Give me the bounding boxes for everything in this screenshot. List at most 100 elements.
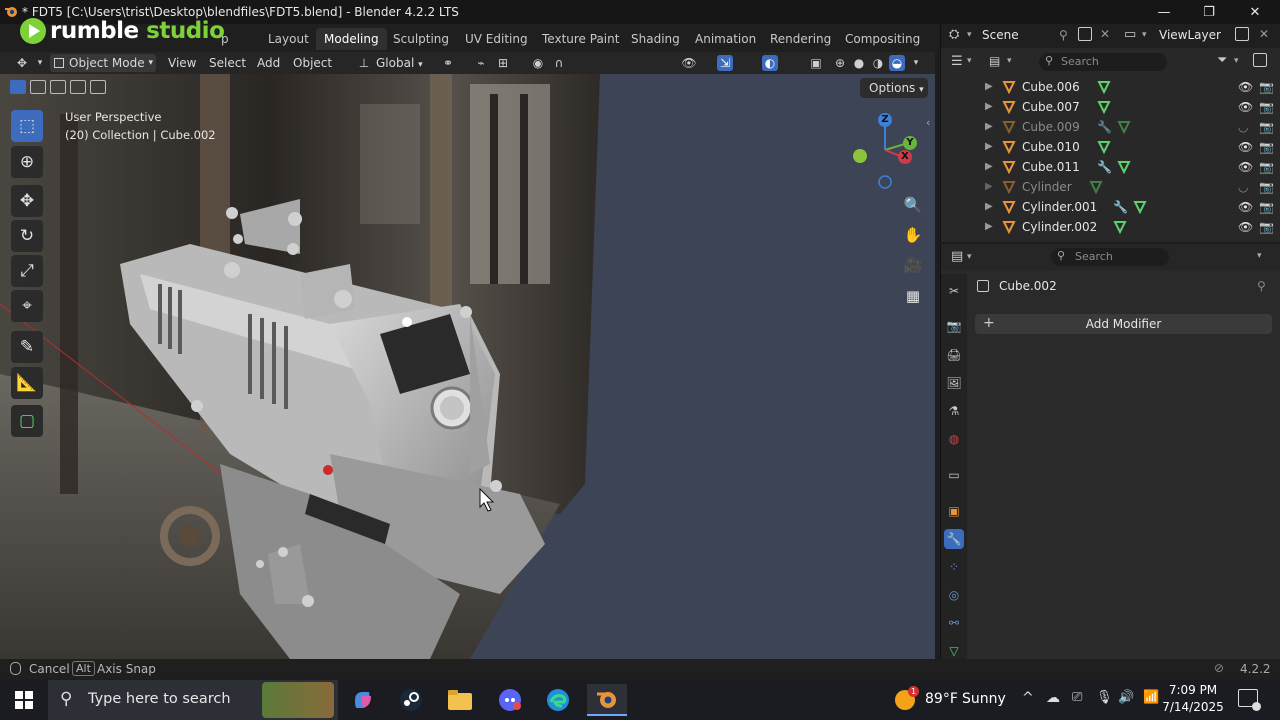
- tab-rendering[interactable]: Rendering: [762, 28, 839, 50]
- tab-texture-paint[interactable]: Texture Paint: [534, 28, 627, 50]
- particles-tab-icon[interactable]: ⁘: [944, 557, 964, 577]
- output-tab-icon[interactable]: 🖨: [944, 345, 964, 365]
- options-dropdown[interactable]: Options ▾: [860, 78, 928, 98]
- render-camera-icon[interactable]: 📷: [1259, 97, 1274, 117]
- scale-tool-icon[interactable]: ⤢: [11, 255, 43, 287]
- menu-add[interactable]: Add: [257, 54, 280, 72]
- select-box-tool-icon[interactable]: ⬚: [11, 110, 43, 142]
- pin-icon[interactable]: ⚲: [1257, 279, 1266, 293]
- move-tool-icon[interactable]: ✥: [11, 185, 43, 217]
- modifier-wrench-icon[interactable]: 🔧: [1097, 117, 1112, 137]
- view-layer-name[interactable]: ViewLayer: [1159, 28, 1221, 42]
- properties-editor-icon[interactable]: ▤: [951, 249, 963, 264]
- select-subtract-icon[interactable]: [50, 80, 66, 94]
- measure-tool-icon[interactable]: 📐: [11, 367, 43, 399]
- rendered-shading-icon[interactable]: ◒: [889, 55, 905, 71]
- add-modifier-button[interactable]: + Add Modifier: [975, 314, 1272, 334]
- visibility-eye-icon[interactable]: 👁: [1238, 197, 1253, 217]
- render-camera-icon[interactable]: 📷: [1259, 217, 1274, 237]
- new-scene-icon[interactable]: [1078, 27, 1092, 41]
- properties-search[interactable]: ⚲ Search: [1051, 248, 1169, 266]
- filter-icon[interactable]: ⏷: [1217, 53, 1227, 68]
- material-shading-icon[interactable]: ◑: [870, 55, 886, 71]
- editor-type-icon[interactable]: ✥: [14, 55, 30, 71]
- visibility-eye-icon[interactable]: 👁: [1238, 137, 1253, 157]
- expand-chevron-icon[interactable]: ▶: [985, 117, 993, 137]
- chevron-down-icon[interactable]: ▾: [1257, 251, 1262, 261]
- chevron-down-icon[interactable]: ▾: [1007, 56, 1012, 66]
- select-invert-icon[interactable]: [70, 80, 86, 94]
- snap-icon[interactable]: ⌁: [473, 55, 489, 71]
- speaker-volume-icon[interactable]: 🔊: [1118, 690, 1134, 705]
- annotate-tool-icon[interactable]: ✎: [11, 331, 43, 363]
- weather-desc[interactable]: Sunny: [962, 691, 1006, 707]
- blender-taskbar-icon[interactable]: [587, 684, 627, 716]
- select-extend-icon[interactable]: [30, 80, 46, 94]
- gizmo-toggle-icon[interactable]: ⇲: [717, 55, 733, 71]
- close-button[interactable]: ✕: [1232, 0, 1278, 24]
- expand-chevron-icon[interactable]: ▶: [985, 97, 993, 117]
- close-icon[interactable]: ✕: [1100, 27, 1110, 41]
- outliner-row-cylinder-002[interactable]: ▶ Cylinder.002 👁 📷: [941, 217, 1280, 237]
- mesh-data-icon[interactable]: [1133, 200, 1147, 214]
- data-tab-icon[interactable]: ▽: [944, 641, 964, 661]
- discord-app-icon[interactable]: [490, 684, 530, 716]
- visibility-eye-icon[interactable]: 👁: [1238, 77, 1253, 97]
- display-mode-icon[interactable]: ▤: [989, 54, 1000, 68]
- render-camera-icon[interactable]: 📷: [1259, 137, 1274, 157]
- chevron-down-icon[interactable]: ▾: [1142, 30, 1147, 40]
- tab-layout[interactable]: Layout: [260, 28, 317, 50]
- gizmo-y-axis[interactable]: Y: [903, 136, 917, 150]
- visibility-eye-icon[interactable]: 👁: [1238, 157, 1253, 177]
- mesh-data-icon[interactable]: [1117, 120, 1131, 134]
- outliner-search[interactable]: ⚲ Search: [1039, 53, 1167, 71]
- view-layer-icon[interactable]: ▭: [1124, 27, 1136, 42]
- new-view-layer-icon[interactable]: [1235, 27, 1249, 41]
- mesh-data-icon[interactable]: [1113, 220, 1127, 234]
- expand-chevron-icon[interactable]: ▶: [985, 177, 993, 197]
- tool-tab-icon[interactable]: ✂: [944, 281, 964, 301]
- copilot-app-icon[interactable]: [343, 684, 383, 716]
- outliner-row-cube-010[interactable]: ▶ Cube.010 👁 📷: [941, 137, 1280, 157]
- expand-chevron-icon[interactable]: ▶: [985, 137, 993, 157]
- windows-start-icon[interactable]: [4, 684, 44, 716]
- outliner-row-cylinder[interactable]: ▶ Cylinder ◡ 📷: [941, 177, 1280, 197]
- camera-view-icon[interactable]: 🎥: [900, 252, 926, 278]
- zoom-icon[interactable]: 🔍: [900, 192, 926, 218]
- transform-orientation-dropdown[interactable]: Global ▾: [376, 54, 423, 72]
- expand-chevron-icon[interactable]: ▶: [985, 157, 993, 177]
- collection-tab-icon[interactable]: ▭: [944, 465, 964, 485]
- snap-target-icon[interactable]: ⊞: [495, 55, 511, 71]
- ortho-grid-icon[interactable]: ▦: [900, 283, 926, 309]
- tab-shading[interactable]: Shading: [623, 28, 688, 50]
- edge-app-icon[interactable]: [538, 684, 578, 716]
- xray-icon[interactable]: ▣: [808, 55, 824, 71]
- mesh-data-icon[interactable]: [1097, 100, 1111, 114]
- mesh-data-icon[interactable]: [1097, 140, 1111, 154]
- menu-view[interactable]: View: [168, 54, 196, 72]
- render-tab-icon[interactable]: 📷: [944, 316, 964, 336]
- meet-now-icon[interactable]: ⎚: [1072, 690, 1082, 705]
- chevron-down-icon[interactable]: ▾: [32, 55, 48, 71]
- close-icon[interactable]: ✕: [1259, 27, 1269, 41]
- overlay-toggle-icon[interactable]: ◐: [762, 55, 778, 71]
- add-cube-tool-icon[interactable]: ▢: [11, 405, 43, 437]
- mesh-data-icon[interactable]: [1089, 180, 1103, 194]
- chevron-down-icon[interactable]: ▾: [1234, 56, 1239, 66]
- minimize-button[interactable]: —: [1141, 0, 1187, 24]
- tab-animation[interactable]: Animation: [687, 28, 764, 50]
- scene-icon[interactable]: ⛭: [949, 27, 959, 42]
- falloff-icon[interactable]: ∩: [551, 55, 567, 71]
- 3d-viewport[interactable]: User Perspective (20) Collection | Cube.…: [0, 74, 935, 659]
- new-collection-icon[interactable]: [1253, 53, 1267, 67]
- select-intersect-icon[interactable]: [90, 80, 106, 94]
- taskbar-time[interactable]: 7:09 PM: [1162, 683, 1224, 697]
- tab-compositing[interactable]: Compositing: [837, 28, 928, 50]
- sidebar-toggle-icon[interactable]: ‹: [926, 116, 930, 129]
- outliner-editor-icon[interactable]: ☰: [951, 54, 963, 69]
- maximize-button[interactable]: ❐: [1186, 0, 1232, 24]
- object-tab-icon[interactable]: ▣: [944, 501, 964, 521]
- visibility-icon[interactable]: 👁: [681, 55, 697, 71]
- microphone-icon[interactable]: 🎙: [1096, 690, 1113, 705]
- physics-tab-icon[interactable]: ◎: [944, 585, 964, 605]
